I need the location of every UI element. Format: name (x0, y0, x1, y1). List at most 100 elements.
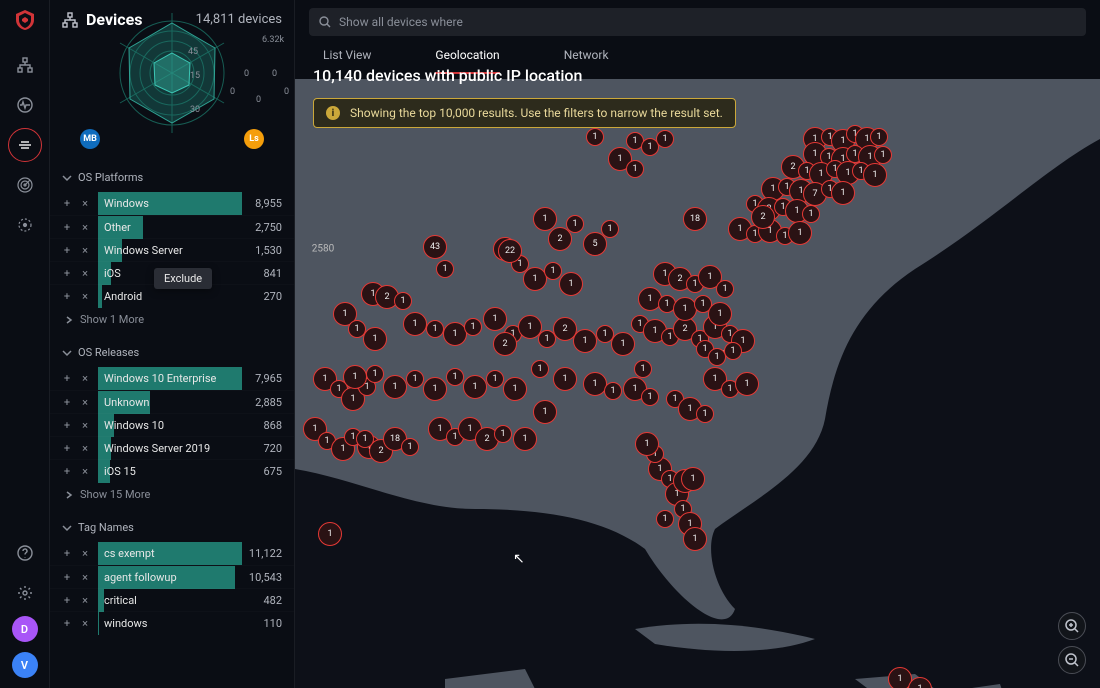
zoom-out-button[interactable] (1058, 646, 1086, 674)
exclude-button[interactable]: × (78, 570, 92, 584)
exclude-button[interactable]: × (78, 418, 92, 432)
exclude-button[interactable]: × (78, 220, 92, 234)
sitemap-icon[interactable] (8, 48, 42, 82)
show-more[interactable]: Show 1 More (50, 307, 294, 332)
include-button[interactable]: + (60, 243, 74, 257)
map-marker[interactable]: 1 (559, 272, 583, 296)
map-marker[interactable]: 1 (656, 130, 674, 148)
exclude-button[interactable]: × (78, 616, 92, 630)
map-marker[interactable]: 1 (604, 382, 622, 400)
map-marker[interactable]: 1 (553, 367, 577, 391)
include-button[interactable]: + (60, 616, 74, 630)
map-marker[interactable]: 43 (423, 235, 447, 259)
settings-icon[interactable] (8, 576, 42, 610)
facet-row[interactable]: +×windows110 (50, 611, 294, 634)
map-marker[interactable]: 1 (394, 292, 412, 310)
map-marker[interactable]: 1 (802, 205, 820, 223)
map-marker[interactable]: 1 (406, 370, 424, 388)
map-marker[interactable]: 1 (611, 332, 635, 356)
facet-row[interactable]: +×Windows8,955 (50, 192, 294, 215)
map-marker[interactable]: 1 (401, 438, 419, 456)
include-button[interactable]: + (60, 289, 74, 303)
include-button[interactable]: + (60, 395, 74, 409)
map-marker[interactable]: 1 (531, 360, 549, 378)
facet-row[interactable]: +×Unknown2,885 (50, 390, 294, 413)
map-marker[interactable]: 1 (463, 375, 487, 399)
map-marker[interactable]: 1 (503, 377, 527, 401)
map-marker[interactable]: 1 (483, 307, 507, 331)
facet-row[interactable]: +×Windows 10868 (50, 413, 294, 436)
map-marker[interactable]: 1 (626, 160, 644, 178)
map-marker[interactable]: 1 (446, 368, 464, 386)
exclude-button[interactable]: × (78, 266, 92, 280)
map-marker[interactable]: 1 (494, 425, 512, 443)
map-marker[interactable]: 1 (403, 312, 427, 336)
map-marker[interactable]: 22 (498, 239, 522, 263)
map-marker[interactable]: 1 (874, 146, 892, 164)
avatar[interactable]: D (12, 616, 38, 642)
map-marker[interactable]: 1 (788, 221, 812, 245)
map-marker[interactable]: 1 (363, 327, 387, 351)
map-marker[interactable]: 1 (634, 360, 652, 378)
exclude-button[interactable]: × (78, 243, 92, 257)
facet-header[interactable]: Tag Names (50, 517, 294, 542)
include-button[interactable]: + (60, 372, 74, 386)
map-marker[interactable]: 1 (533, 207, 557, 231)
facet-row[interactable]: +×iOS 15675 (50, 459, 294, 482)
map-marker[interactable]: 1 (318, 522, 342, 546)
map-marker[interactable]: 1 (870, 128, 888, 146)
exclude-button[interactable]: × (78, 289, 92, 303)
facet-row[interactable]: +×Windows Server1,530 (50, 238, 294, 261)
map-marker[interactable]: 18 (683, 207, 707, 231)
map-marker[interactable]: 1 (681, 467, 705, 491)
exclude-button[interactable]: × (78, 464, 92, 478)
map-marker[interactable]: 1 (544, 262, 562, 280)
facet-row[interactable]: +×cs exempt11,122 (50, 542, 294, 565)
map-marker[interactable]: 2 (751, 205, 775, 229)
map-marker[interactable]: 1 (716, 280, 734, 298)
map-marker[interactable]: 1 (696, 405, 714, 423)
map-marker[interactable]: 1 (735, 372, 759, 396)
map-marker[interactable]: 1 (566, 215, 584, 233)
exclude-button[interactable]: × (78, 372, 92, 386)
devices-icon[interactable] (8, 128, 42, 162)
map-marker[interactable]: 1 (601, 220, 619, 238)
help-icon[interactable] (8, 536, 42, 570)
include-button[interactable]: + (60, 266, 74, 280)
exclude-button[interactable]: × (78, 395, 92, 409)
map-marker[interactable]: 1 (486, 370, 504, 388)
include-button[interactable]: + (60, 547, 74, 561)
map-marker[interactable]: 1 (436, 260, 454, 278)
facet-row[interactable]: +×agent followup10,543 (50, 565, 294, 588)
map-marker[interactable]: 1 (464, 318, 482, 336)
radar-icon[interactable] (8, 168, 42, 202)
show-more[interactable]: Show 15 More (50, 482, 294, 507)
map-marker[interactable]: 1 (366, 365, 384, 383)
include-button[interactable]: + (60, 441, 74, 455)
include-button[interactable]: + (60, 464, 74, 478)
facet-header[interactable]: OS Platforms (50, 167, 294, 192)
facet-row[interactable]: +×Windows 10 Enterprise7,965 (50, 367, 294, 390)
map-marker[interactable]: 1 (426, 320, 444, 338)
zoom-in-button[interactable] (1058, 612, 1086, 640)
include-button[interactable]: + (60, 418, 74, 432)
map-marker[interactable]: 1 (635, 432, 659, 456)
target-icon[interactable] (8, 208, 42, 242)
include-button[interactable]: + (60, 593, 74, 607)
include-button[interactable]: + (60, 570, 74, 584)
map-marker[interactable]: 1 (423, 377, 447, 401)
facet-header[interactable]: OS Releases (50, 342, 294, 367)
map-marker[interactable]: 1 (641, 388, 659, 406)
facet-row[interactable]: +×Windows Server 2019720 (50, 436, 294, 459)
exclude-button[interactable]: × (78, 593, 92, 607)
map-marker[interactable]: 1 (533, 400, 557, 424)
map-marker[interactable]: 1 (383, 375, 407, 399)
map-marker[interactable]: 1 (863, 163, 887, 187)
search-input[interactable]: Show all devices where (309, 8, 1086, 36)
include-button[interactable]: + (60, 197, 74, 211)
exclude-button[interactable]: × (78, 547, 92, 561)
map[interactable]: 2580 134 1111111111112111111111711121111… (295, 79, 1100, 688)
facet-row[interactable]: +×critical482 (50, 588, 294, 611)
include-button[interactable]: + (60, 220, 74, 234)
exclude-button[interactable]: × (78, 197, 92, 211)
